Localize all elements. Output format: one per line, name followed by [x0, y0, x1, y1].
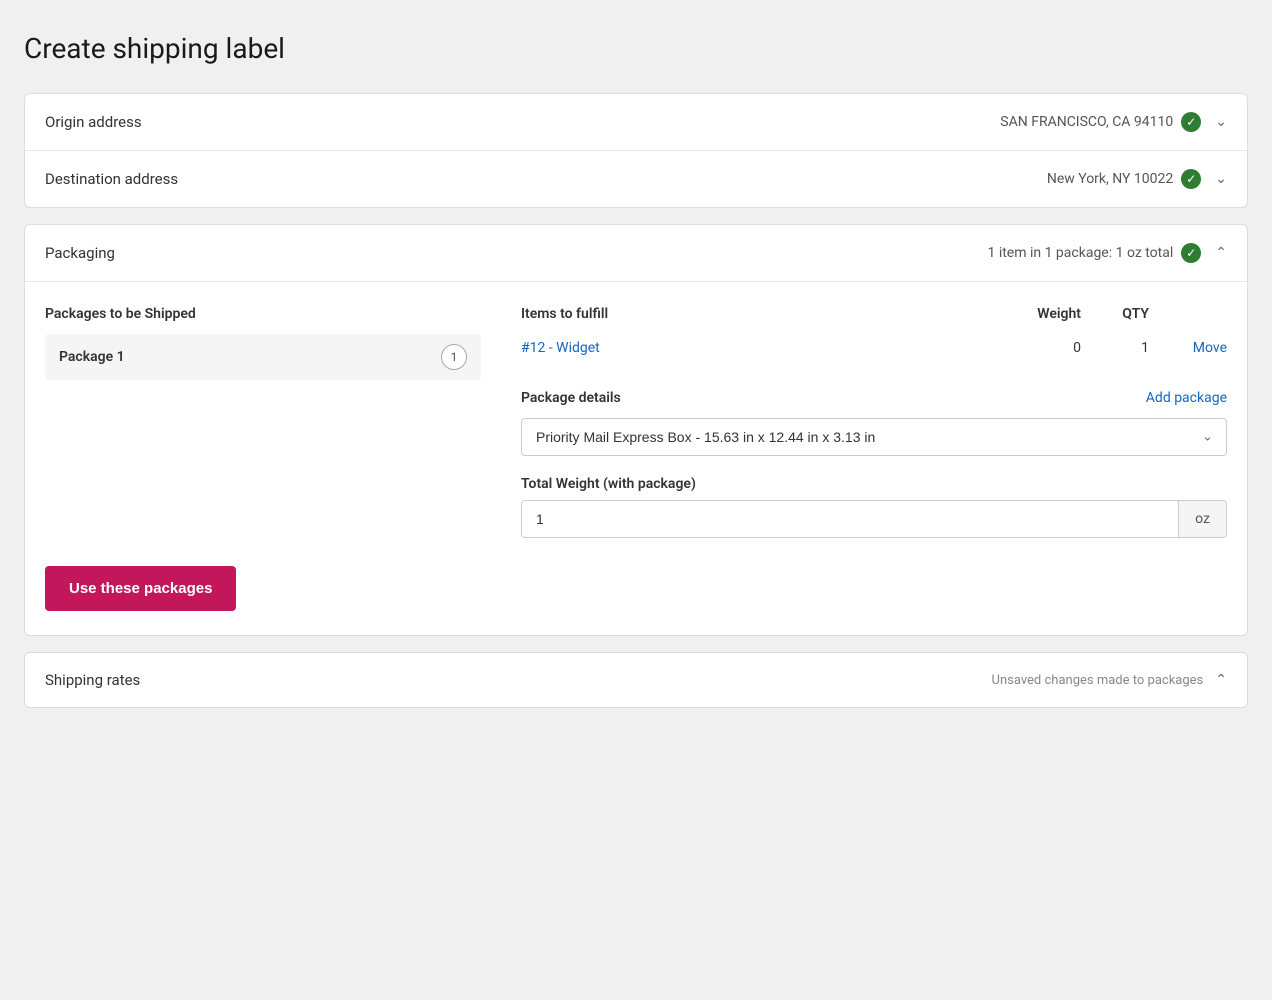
package-details-section: Package details Add package Priority Mai…	[521, 390, 1227, 538]
shipping-rates-chevron-up-icon: ⌃	[1215, 672, 1227, 688]
page-title: Create shipping label	[24, 24, 1248, 65]
weight-unit: oz	[1178, 501, 1226, 537]
packages-left-column: Packages to be Shipped Package 1 1	[45, 306, 505, 538]
origin-address-label: Origin address	[45, 113, 142, 131]
packaging-chevron-up-icon: ⌃	[1215, 245, 1227, 261]
origin-address-right: SAN FRANCISCO, CA 94110 ✓ ⌄	[1000, 112, 1227, 132]
origin-address-check-icon: ✓	[1181, 112, 1201, 132]
packaging-body: Packages to be Shipped Package 1 1 Items…	[25, 282, 1247, 635]
package-name: Package 1	[59, 349, 125, 365]
destination-address-right: New York, NY 10022 ✓ ⌄	[1047, 169, 1227, 189]
packaging-label: Packaging	[45, 244, 115, 262]
item-link[interactable]: #12 - Widget	[521, 340, 993, 356]
table-row: #12 - Widget 0 1 Move	[521, 334, 1227, 362]
destination-address-check-icon: ✓	[1181, 169, 1201, 189]
total-weight-label: Total Weight (with package)	[521, 476, 1227, 492]
shipping-rates-right: Unsaved changes made to packages ⌃	[992, 672, 1227, 688]
packages-grid: Packages to be Shipped Package 1 1 Items…	[45, 306, 1227, 538]
origin-address-value: SAN FRANCISCO, CA 94110	[1000, 114, 1173, 130]
packaging-check-icon: ✓	[1181, 243, 1201, 263]
items-col-header: Items to fulfill	[521, 306, 993, 322]
qty-col-header: QTY	[1089, 306, 1149, 322]
item-weight: 0	[1001, 340, 1081, 356]
weight-col-header: Weight	[1001, 306, 1081, 322]
destination-address-label: Destination address	[45, 170, 178, 188]
total-weight-section: Total Weight (with package) oz	[521, 476, 1227, 538]
shipping-rates-label: Shipping rates	[45, 671, 140, 689]
packaging-card: Packaging 1 item in 1 package: 1 oz tota…	[24, 224, 1248, 636]
packaging-header-right: 1 item in 1 package: 1 oz total ✓ ⌃	[987, 243, 1227, 263]
add-package-link[interactable]: Add package	[1146, 390, 1227, 406]
weight-input[interactable]	[522, 501, 1178, 537]
action-col-header	[1157, 306, 1227, 322]
origin-address-row[interactable]: Origin address SAN FRANCISCO, CA 94110 ✓…	[25, 94, 1247, 151]
package-badge: 1	[441, 344, 467, 370]
item-qty: 1	[1089, 340, 1149, 356]
use-packages-button[interactable]: Use these packages	[45, 566, 236, 611]
shipping-rates-header-row[interactable]: Shipping rates Unsaved changes made to p…	[25, 653, 1247, 707]
destination-address-chevron-down-icon: ⌄	[1215, 171, 1227, 187]
destination-address-value: New York, NY 10022	[1047, 171, 1173, 187]
destination-address-row[interactable]: Destination address New York, NY 10022 ✓…	[25, 151, 1247, 207]
package-type-select-wrapper: Priority Mail Express Box - 15.63 in x 1…	[521, 418, 1227, 456]
packaging-header-row[interactable]: Packaging 1 item in 1 package: 1 oz tota…	[25, 225, 1247, 282]
address-card: Origin address SAN FRANCISCO, CA 94110 ✓…	[24, 93, 1248, 208]
move-button[interactable]: Move	[1157, 340, 1227, 356]
unsaved-notice: Unsaved changes made to packages	[992, 673, 1204, 688]
package-item[interactable]: Package 1 1	[45, 334, 481, 380]
shipping-rates-card: Shipping rates Unsaved changes made to p…	[24, 652, 1248, 708]
package-details-label: Package details	[521, 390, 621, 406]
packages-right-column: Items to fulfill Weight QTY #12 - Widget…	[505, 306, 1227, 538]
origin-address-chevron-down-icon: ⌄	[1215, 114, 1227, 130]
packaging-summary: 1 item in 1 package: 1 oz total	[987, 245, 1173, 261]
package-type-select[interactable]: Priority Mail Express Box - 15.63 in x 1…	[521, 418, 1227, 456]
items-table-header: Items to fulfill Weight QTY	[521, 306, 1227, 330]
weight-input-row: oz	[521, 500, 1227, 538]
packages-column-header: Packages to be Shipped	[45, 306, 481, 322]
package-details-header: Package details Add package	[521, 390, 1227, 406]
